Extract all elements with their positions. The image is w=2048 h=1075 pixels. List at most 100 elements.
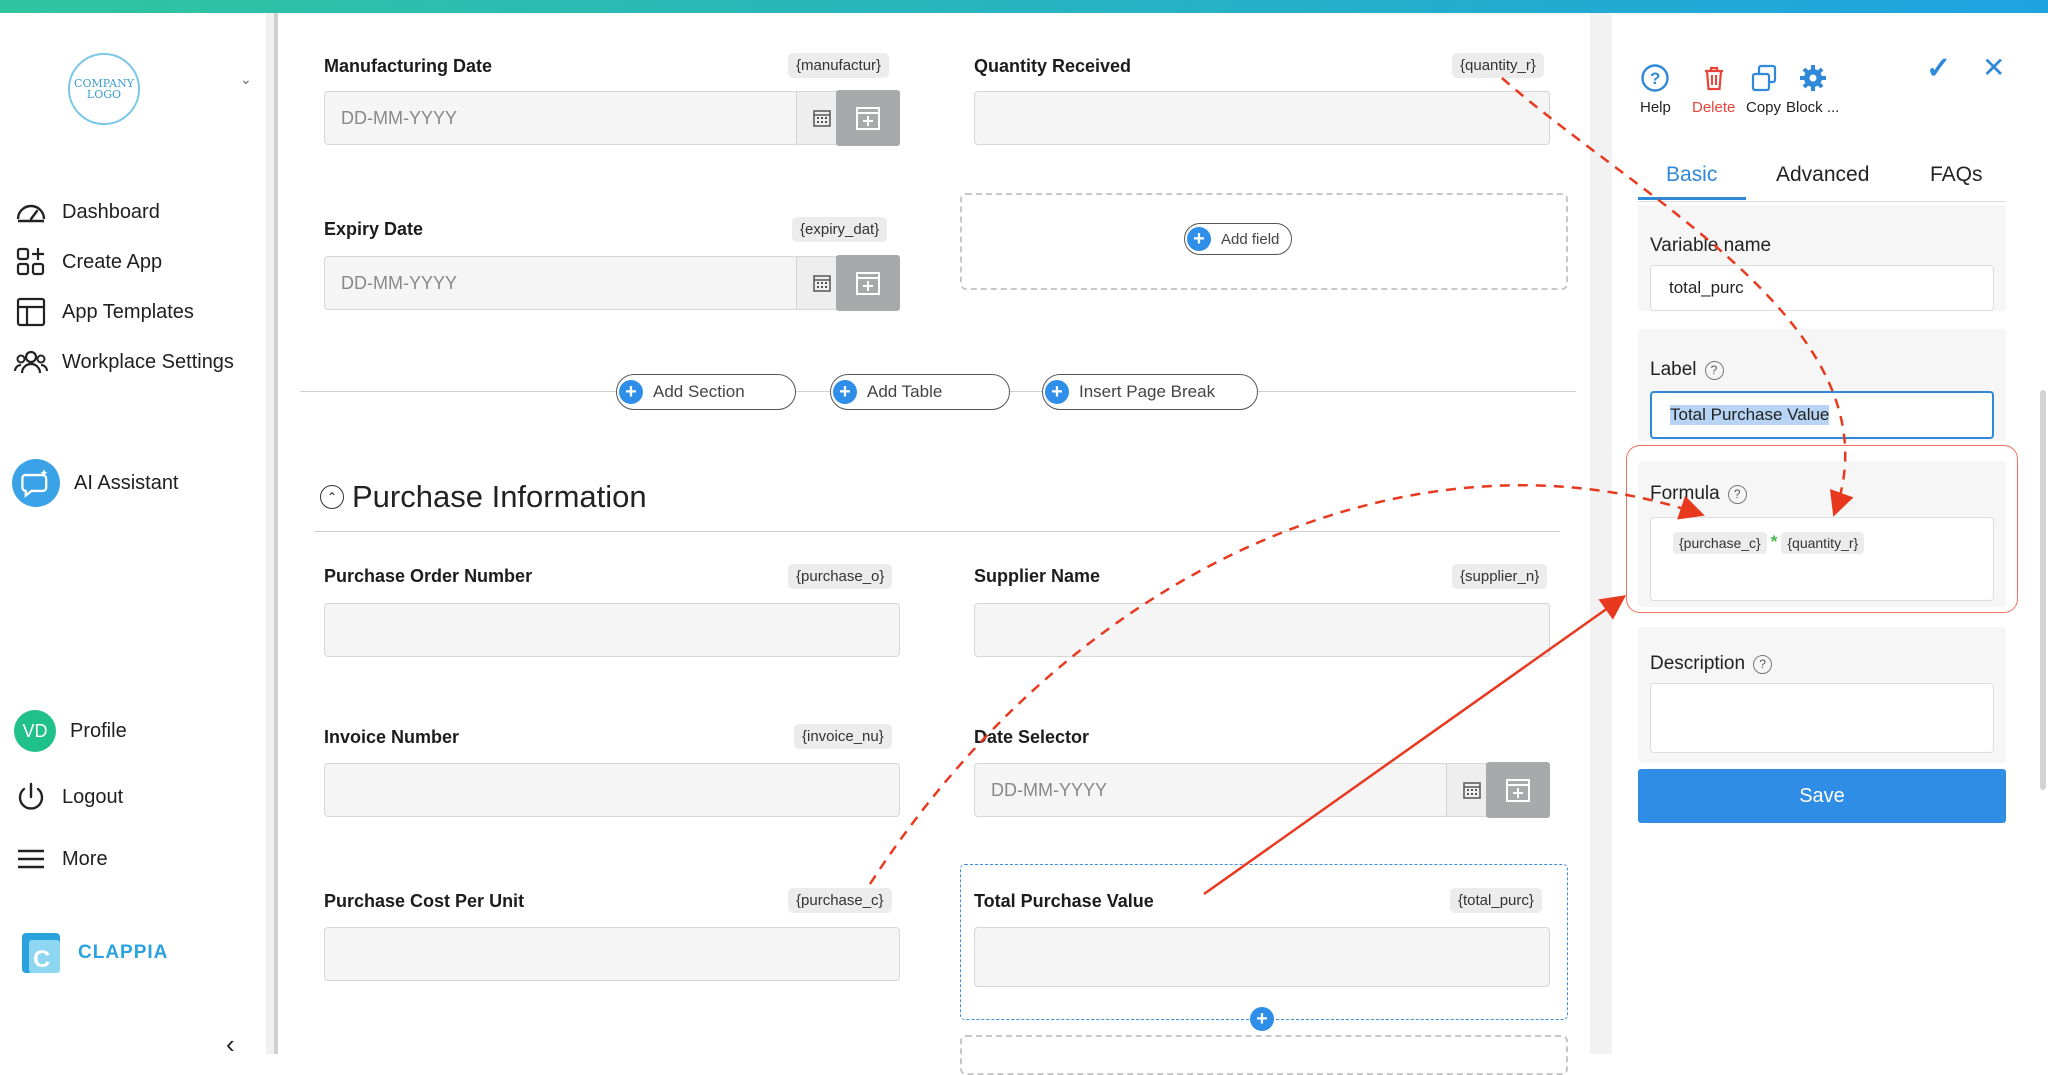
sidebar-item-more[interactable]: More	[14, 842, 108, 876]
formula-token-purchase-cost[interactable]: {purchase_c}	[1673, 532, 1767, 554]
invoice-number-input[interactable]	[324, 763, 900, 817]
total-purchase-value-label: Total Purchase Value	[974, 891, 1154, 911]
variable-name-card: Variable name total_purc	[1638, 205, 2006, 311]
help-button[interactable]: ? Help	[1640, 63, 1671, 116]
company-logo[interactable]: COMPANY LOGO	[68, 53, 140, 125]
label-input[interactable]: Total Purchase Value	[1650, 391, 1994, 439]
confirm-check-icon[interactable]: ✓	[1926, 51, 1951, 86]
empty-field-slot	[960, 1035, 1568, 1075]
add-field-button[interactable]: + Add field	[1184, 223, 1293, 255]
quantity-var-tag: {quantity_r}	[1452, 53, 1544, 78]
label-card: Label ? Total Purchase Value	[1638, 329, 2006, 441]
selected-label-text: Total Purchase Value	[1670, 405, 1830, 425]
formula-input[interactable]: {purchase_c} * {quantity_r}	[1650, 517, 1994, 601]
top-accent-bar	[0, 0, 2048, 13]
tab-advanced[interactable]: Advanced	[1776, 163, 1869, 187]
brand-logo: C CLAPPIA	[20, 931, 168, 975]
avatar: VD	[14, 710, 56, 752]
add-table-button[interactable]: + Add Table	[830, 374, 1010, 410]
label-field-label: Label ?	[1650, 359, 1724, 381]
chevron-down-icon[interactable]: ⌄	[240, 71, 252, 88]
plus-icon: +	[1187, 227, 1211, 251]
supplier-name-label: Supplier Name	[974, 566, 1101, 586]
plus-icon: +	[1045, 380, 1069, 404]
quantity-received-input[interactable]	[974, 91, 1550, 145]
active-tab-indicator	[1638, 197, 1746, 200]
plus-icon: +	[833, 380, 857, 404]
cost-per-unit-var-tag: {purchase_c}	[788, 888, 892, 913]
panel-divider	[1590, 13, 1612, 1054]
calendar-add-icon[interactable]	[1486, 762, 1550, 818]
manufacturing-date-label: Manufacturing Date	[324, 56, 493, 76]
calendar-add-icon[interactable]	[836, 255, 900, 311]
supplier-var-tag: {supplier_n}	[1452, 564, 1548, 589]
gauge-icon	[16, 204, 46, 223]
help-icon[interactable]: ?	[1704, 360, 1724, 380]
insert-page-break-button[interactable]: + Insert Page Break	[1042, 374, 1258, 410]
supplier-name-input[interactable]	[974, 603, 1550, 657]
description-label: Description ?	[1650, 653, 1773, 675]
copy-button[interactable]: Copy	[1746, 63, 1781, 116]
total-purchase-value-input[interactable]	[974, 927, 1550, 987]
help-icon[interactable]: ?	[1753, 654, 1773, 674]
expiry-var-tag: {expiry_dat}	[792, 217, 888, 242]
form-canvas: Manufacturing Date {manufactur} DD-MM-YY…	[278, 13, 1590, 1075]
po-number-input[interactable]	[324, 603, 900, 657]
trash-icon	[1704, 66, 1723, 91]
sidebar-item-workplace-settings[interactable]: Workplace Settings	[14, 345, 234, 379]
formula-token-quantity[interactable]: {quantity_r}	[1781, 532, 1865, 554]
collapse-sidebar-icon[interactable]: ‹	[226, 1029, 235, 1060]
total-var-tag: {total_purc}	[1450, 888, 1542, 913]
invoice-var-tag: {invoice_nu}	[794, 724, 892, 749]
formula-label: Formula ?	[1650, 483, 1747, 505]
sidebar: COMPANY LOGO ⌄ Dashboard Create App App …	[0, 13, 266, 1059]
formula-operator: *	[1770, 532, 1778, 551]
tab-faqs[interactable]: FAQs	[1930, 163, 1983, 187]
users-icon	[14, 350, 48, 374]
date-selector-label: Date Selector	[974, 727, 1090, 747]
manufacturing-var-tag: {manufactur}	[788, 53, 890, 78]
cost-per-unit-input[interactable]	[324, 927, 900, 981]
calendar-add-icon[interactable]	[836, 90, 900, 146]
power-icon	[18, 782, 44, 810]
close-icon[interactable]: ✕	[1982, 51, 2005, 84]
save-button[interactable]: Save	[1638, 769, 2006, 823]
tab-basic[interactable]: Basic	[1666, 163, 1717, 187]
section-divider	[314, 531, 1560, 532]
section-title[interactable]: ⌃ Purchase Information	[320, 479, 647, 515]
add-section-button[interactable]: + Add Section	[616, 374, 796, 410]
sidebar-divider	[266, 13, 274, 1054]
help-icon: ?	[1641, 64, 1670, 92]
po-number-label: Purchase Order Number	[324, 566, 533, 586]
variable-name-label: Variable name	[1650, 235, 1772, 256]
template-icon	[16, 297, 46, 327]
sidebar-item-ai-assistant[interactable]: AI Assistant	[12, 459, 179, 507]
invoice-number-label: Invoice Number	[324, 727, 460, 747]
cost-per-unit-label: Purchase Cost Per Unit	[324, 891, 525, 911]
po-number-var-tag: {purchase_o}	[788, 564, 893, 589]
svg-text:C: C	[33, 946, 50, 973]
block-settings-button[interactable]: Block ...	[1786, 63, 1839, 116]
delete-button[interactable]: Delete	[1692, 63, 1735, 116]
clappia-logo-icon: C	[22, 933, 60, 973]
description-input[interactable]	[1650, 683, 1994, 753]
date-selector-input[interactable]: DD-MM-YYYY	[974, 763, 1448, 817]
gear-icon	[1799, 65, 1826, 91]
help-icon[interactable]: ?	[1727, 484, 1747, 504]
properties-panel: ? Help Delete Copy Block ... ✓ ✕ Basic A…	[1612, 13, 2048, 1054]
expiry-date-input[interactable]: DD-MM-YYYY	[324, 256, 798, 310]
manufacturing-date-input[interactable]: DD-MM-YYYY	[324, 91, 798, 145]
panel-scrollbar[interactable]	[2040, 390, 2046, 790]
add-field-below-icon[interactable]: +	[1250, 1007, 1274, 1031]
sidebar-item-profile[interactable]: VD Profile	[14, 710, 127, 752]
sidebar-item-create-app[interactable]: Create App	[14, 245, 162, 279]
chevron-up-icon[interactable]: ⌃	[320, 485, 344, 509]
description-card: Description ?	[1638, 627, 2006, 763]
variable-name-input[interactable]: total_purc	[1650, 265, 1994, 311]
panel-tabs: Basic Advanced FAQs	[1638, 143, 2006, 202]
svg-text:?: ?	[1650, 69, 1660, 88]
sidebar-item-dashboard[interactable]: Dashboard	[14, 195, 160, 229]
sidebar-item-logout[interactable]: Logout	[14, 780, 123, 814]
quantity-received-label: Quantity Received	[974, 56, 1132, 76]
sidebar-item-app-templates[interactable]: App Templates	[14, 295, 194, 329]
